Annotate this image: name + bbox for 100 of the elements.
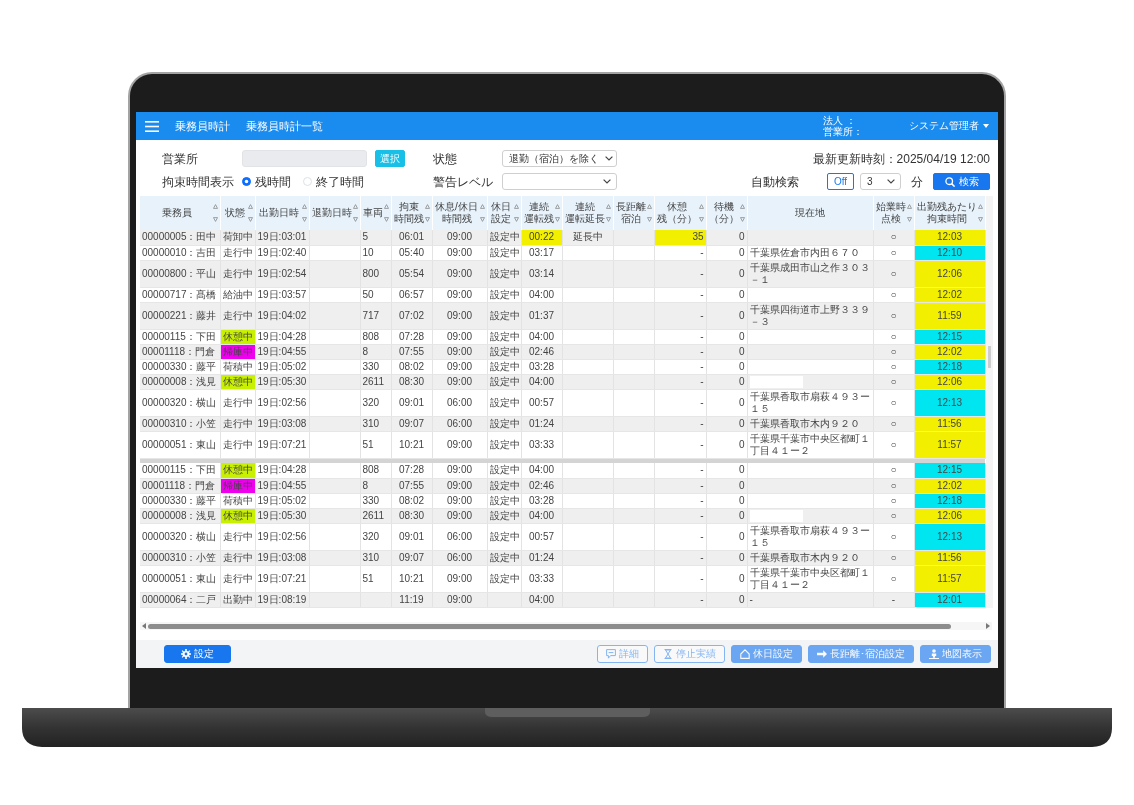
table-cell: 808 xyxy=(360,463,391,478)
arrow-icon xyxy=(817,649,827,659)
menu-icon[interactable] xyxy=(145,120,159,132)
table-cell: 12:15 xyxy=(914,463,985,478)
radio-button[interactable] xyxy=(242,177,251,186)
sort-icon[interactable] xyxy=(479,204,485,222)
table-cell: 設定中 xyxy=(487,230,521,245)
column-header: 連続 運転延長 xyxy=(564,201,605,225)
column-header: 乗務員 xyxy=(160,207,193,219)
table-cell: 12:03 xyxy=(914,230,985,245)
scrollbar-thumb[interactable] xyxy=(148,623,951,629)
sort-icon[interactable] xyxy=(352,204,358,222)
column-header: 休息/休日 時間残 xyxy=(434,201,479,225)
sort-icon[interactable] xyxy=(646,204,652,222)
column-header: 休憩 残（分） xyxy=(656,201,698,225)
sort-icon[interactable] xyxy=(554,204,560,222)
table-cell: 00000115：下田 xyxy=(140,463,220,478)
app-title[interactable]: 乗務員時計 xyxy=(175,119,230,133)
horizontal-scrollbar[interactable] xyxy=(140,622,992,630)
search-button[interactable]: 検索 xyxy=(933,173,990,190)
gear-icon xyxy=(181,649,191,659)
table-cell: 00000320：横山 xyxy=(140,389,220,416)
sort-icon[interactable] xyxy=(513,204,519,222)
table-cell: 19日:04:28 xyxy=(255,463,309,478)
table-cell: 09:00 xyxy=(432,463,487,478)
table-cell: 00:22 xyxy=(521,230,562,245)
caret-icon xyxy=(983,124,989,128)
column-header: 退勤日時 xyxy=(311,207,352,219)
person-icon xyxy=(929,649,939,659)
table-cell: 00000320：横山 xyxy=(140,523,220,550)
sort-icon[interactable] xyxy=(605,204,611,222)
sort-icon[interactable] xyxy=(212,204,218,222)
column-header: 待機 （分） xyxy=(708,201,739,225)
scroll-left-icon[interactable] xyxy=(142,623,146,629)
scroll-right-icon[interactable] xyxy=(986,623,990,629)
table-cell: 荷卸中 xyxy=(220,230,255,245)
status-select[interactable]: 退勤（宿泊）を除く xyxy=(502,150,617,167)
table-cell: 12:13 xyxy=(914,389,985,416)
field-label: 拘束時間表示 xyxy=(162,174,235,189)
column-header: 車両 xyxy=(362,207,383,219)
sort-icon[interactable] xyxy=(906,204,912,222)
table-cell: 休憩中 xyxy=(220,463,255,478)
interval-select[interactable]: 3 xyxy=(860,173,901,190)
table-cell: 5 xyxy=(360,230,391,245)
table-cell: 04:00 xyxy=(521,463,562,478)
radio-label: 終了時間 xyxy=(316,174,364,189)
sort-icon[interactable] xyxy=(424,204,430,222)
user-menu[interactable]: システム管理者 xyxy=(909,120,989,132)
table-cell: 09:00 xyxy=(432,230,487,245)
toggle-button[interactable]: Off xyxy=(827,173,854,190)
unit-label: 分 xyxy=(911,174,923,189)
office-field[interactable] xyxy=(242,150,367,167)
table-cell: 00000800：平山 xyxy=(140,260,220,287)
field-label: 自動検索 xyxy=(751,174,799,189)
sort-icon[interactable] xyxy=(247,204,253,222)
table-cell: 11:59 xyxy=(914,302,985,329)
chevron-icon xyxy=(605,156,613,161)
search-icon xyxy=(944,176,955,187)
column-header: 休日 設定 xyxy=(490,201,512,225)
table-cell: 00000221：藤井 xyxy=(140,302,220,329)
table-cell: 千葉県四街道市上野３３９－３ xyxy=(747,302,873,329)
table-cell: 12:06 xyxy=(914,260,985,287)
select-button[interactable]: 選択 xyxy=(375,150,405,167)
table-cell: 千葉県千葉市中央区都町１丁目４１ー２ xyxy=(747,431,873,458)
table-cell: 07:28 xyxy=(391,463,432,478)
office-label: 営業所： xyxy=(823,126,863,137)
column-header: 拘束 時間残 xyxy=(393,201,424,225)
table-cell: 11:57 xyxy=(914,431,985,458)
field-label: 営業所 xyxy=(162,151,199,166)
table-cell: 11:57 xyxy=(914,565,985,592)
table-cell: 千葉県香取市扇萩４９３ー１５ xyxy=(747,389,873,416)
table-cell: ○ xyxy=(873,463,914,478)
column-header: 出勤日時 xyxy=(258,207,300,219)
table-cell: 00000051：東山 xyxy=(140,431,220,458)
last-updated-text: 最新更新時刻：2025/04/19 12:00 xyxy=(812,151,990,166)
sort-icon[interactable] xyxy=(977,204,983,222)
field-label: 警告レベル xyxy=(433,174,494,189)
column-header: 始業時 点検 xyxy=(875,201,906,225)
speech-bubble-icon xyxy=(606,649,616,659)
vertical-scrollbar[interactable] xyxy=(985,196,993,608)
table-cell: 00000005：田中 xyxy=(140,230,220,245)
sort-icon[interactable] xyxy=(301,204,307,222)
field-label: 状態 xyxy=(433,151,458,166)
radio-label: 残時間 xyxy=(255,174,291,189)
warning-level-select[interactable] xyxy=(502,173,617,190)
table-cell: 0 xyxy=(706,463,747,478)
action-button[interactable]: 設定 xyxy=(164,645,231,663)
column-header: 長距離 宿泊 xyxy=(615,201,646,225)
table-cell: 千葉県香取市扇萩４９３ー１５ xyxy=(747,523,873,550)
page-title: 乗務員時計一覧 xyxy=(246,119,323,133)
sort-icon[interactable] xyxy=(698,204,704,222)
table-cell: 12:13 xyxy=(914,523,985,550)
sort-icon[interactable] xyxy=(739,204,745,222)
column-header: 出勤残あたり 拘束時間 xyxy=(916,201,977,225)
sort-icon[interactable] xyxy=(383,204,389,222)
table-cell: - xyxy=(654,463,706,478)
table-cell: 35 xyxy=(654,230,706,245)
column-header: 連続 運転残 xyxy=(523,201,554,225)
table-cell: 千葉県成田市山之作３０３－１ xyxy=(747,260,873,287)
house-icon xyxy=(740,649,750,659)
